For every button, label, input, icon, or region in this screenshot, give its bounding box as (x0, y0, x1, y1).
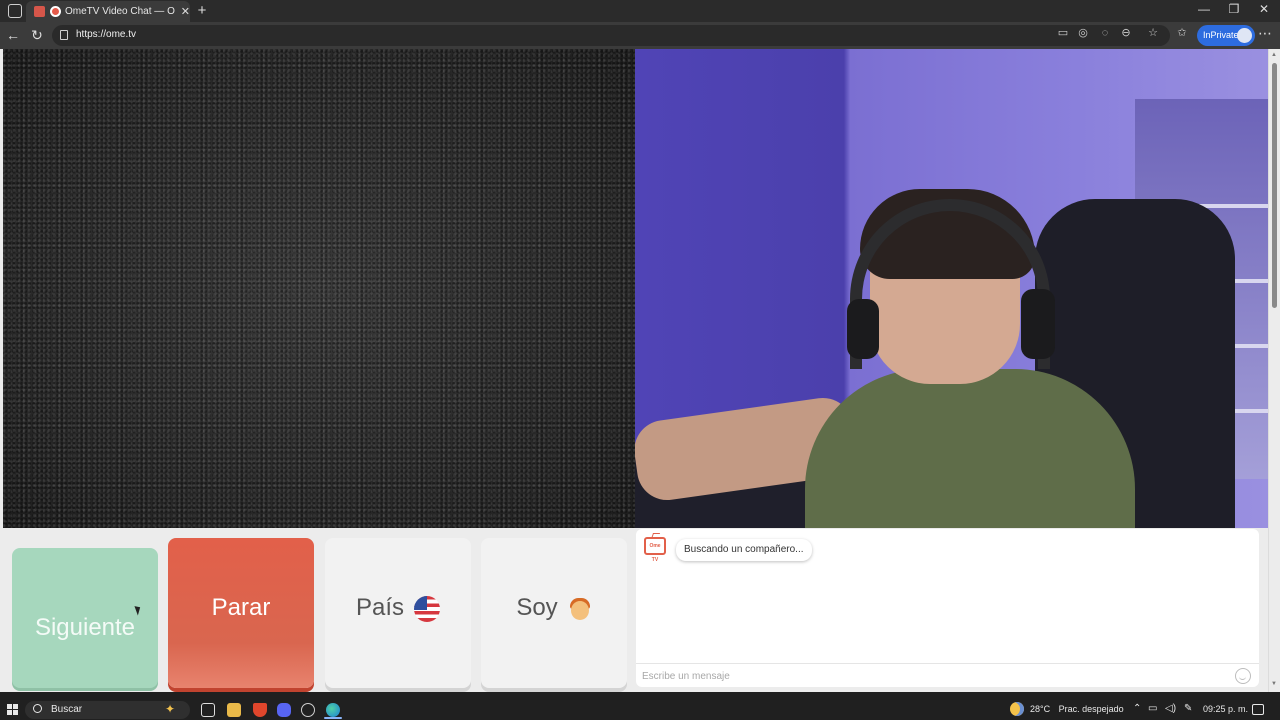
next-button[interactable]: Siguiente (12, 548, 158, 688)
temperature: 28°C (1030, 704, 1051, 714)
stop-button[interactable]: Parar (168, 538, 314, 688)
favorite-star-icon[interactable]: ☆ (1146, 26, 1160, 40)
favorites-icon[interactable]: ✩ (1175, 26, 1189, 40)
address-bar[interactable]: https://ome.tv (52, 25, 1170, 46)
ometv-logo-icon: Ome TV (644, 537, 666, 563)
stop-label: Parar (211, 594, 271, 621)
brave-browser-icon[interactable] (253, 703, 267, 717)
block-icon[interactable]: ⊖ (1119, 26, 1133, 40)
close-window-button[interactable]: ✕ (1252, 2, 1276, 16)
windows-start-icon[interactable] (7, 704, 18, 715)
country-button[interactable]: País (325, 538, 471, 688)
chat-panel: Ome TV Buscando un compañero... (636, 529, 1259, 687)
gender-button[interactable]: Soy (481, 538, 627, 688)
volume-icon[interactable]: ◁) (1165, 703, 1176, 714)
headset-cup (1021, 289, 1055, 359)
network-icon[interactable]: ▭ (1148, 703, 1157, 714)
tab-close-icon[interactable]: ✕ (181, 5, 190, 18)
page-scrollbar[interactable]: ▲ ▼ (1268, 49, 1280, 692)
profile-avatar-icon (1237, 28, 1252, 43)
camera-icon[interactable]: ▭ (1056, 26, 1070, 40)
new-tab-button[interactable]: + (194, 1, 210, 21)
ometv-favicon-icon (50, 6, 61, 17)
self-camera-video (635, 49, 1268, 528)
browser-toolbar: ← ↻ https://ome.tv ▭ ◎ ◌ ⊖ ☆ ✩ InPrivate… (0, 22, 1280, 49)
url-text[interactable]: https://ome.tv (76, 29, 136, 40)
obs-icon[interactable] (301, 703, 315, 717)
weather-text: Prac. despejado (1058, 704, 1124, 714)
edge-browser-icon[interactable] (326, 703, 340, 717)
active-app-indicator (324, 717, 342, 719)
discord-icon[interactable] (277, 703, 291, 717)
boy-emoji-icon (568, 596, 592, 622)
ometv-page: Siguiente Parar País Soy Ome TV Buscando… (0, 49, 1268, 692)
pen-icon[interactable]: ✎ (1184, 703, 1192, 714)
chat-input-area (636, 663, 1259, 687)
browser-tab[interactable]: OmeTV Video Chat — Omegle ✕ (26, 1, 190, 22)
country-label: País (355, 594, 405, 621)
headset-cup (847, 299, 879, 359)
browser-titlebar: OmeTV Video Chat — Omegle ✕ + — ❐ ✕ (0, 0, 1280, 22)
hide-icon[interactable]: ◌ (1098, 26, 1112, 40)
search-label: Buscar (51, 704, 83, 715)
weather-moon-icon[interactable] (1010, 702, 1024, 716)
task-view-icon[interactable] (201, 703, 215, 717)
tab-actions-icon[interactable] (8, 4, 22, 18)
inprivate-label: InPrivate (1203, 30, 1239, 40)
person-shirt (805, 369, 1135, 528)
tab-media-icon (34, 6, 45, 17)
emoji-picker-icon[interactable] (1235, 668, 1251, 684)
message-input[interactable] (642, 668, 1222, 684)
system-clock[interactable]: 09:25 p. m. (1203, 704, 1248, 714)
back-button[interactable]: ← (4, 27, 22, 44)
gender-label: Soy (516, 594, 558, 621)
scrollbar-thumb[interactable] (1272, 63, 1277, 308)
file-explorer-icon[interactable] (227, 703, 241, 717)
copilot-sparkle-icon: ✦ (165, 702, 176, 716)
scroll-down-icon[interactable]: ▼ (1271, 681, 1277, 687)
refresh-button[interactable]: ↻ (28, 27, 46, 44)
notifications-icon[interactable] (1252, 704, 1264, 715)
lock-icon[interactable] (60, 30, 68, 40)
settings-more-button[interactable]: ⋯ (1258, 25, 1272, 42)
scroll-up-icon[interactable]: ▲ (1271, 52, 1277, 58)
weather-widget[interactable]: 28°C Prac. despejado (1030, 704, 1124, 714)
search-icon (33, 704, 42, 713)
taskbar-search[interactable]: Buscar ✦ (25, 701, 190, 719)
inprivate-badge[interactable]: InPrivate (1197, 25, 1255, 46)
maximize-button[interactable]: ❐ (1222, 2, 1246, 16)
us-flag-icon (414, 595, 441, 622)
tray-chevron-icon[interactable]: ⌃ (1133, 703, 1141, 714)
minimize-button[interactable]: — (1192, 2, 1216, 16)
status-message: Buscando un compañero... (676, 539, 812, 561)
partner-video-static (3, 49, 635, 528)
next-label: Siguiente (34, 614, 136, 641)
tab-title: OmeTV Video Chat — Omegle (65, 6, 175, 17)
tracking-icon[interactable]: ◎ (1076, 26, 1090, 40)
windows-taskbar: Buscar ✦ 28°C Prac. despejado ⌃ ▭ ◁) ✎ 0… (0, 700, 1280, 720)
